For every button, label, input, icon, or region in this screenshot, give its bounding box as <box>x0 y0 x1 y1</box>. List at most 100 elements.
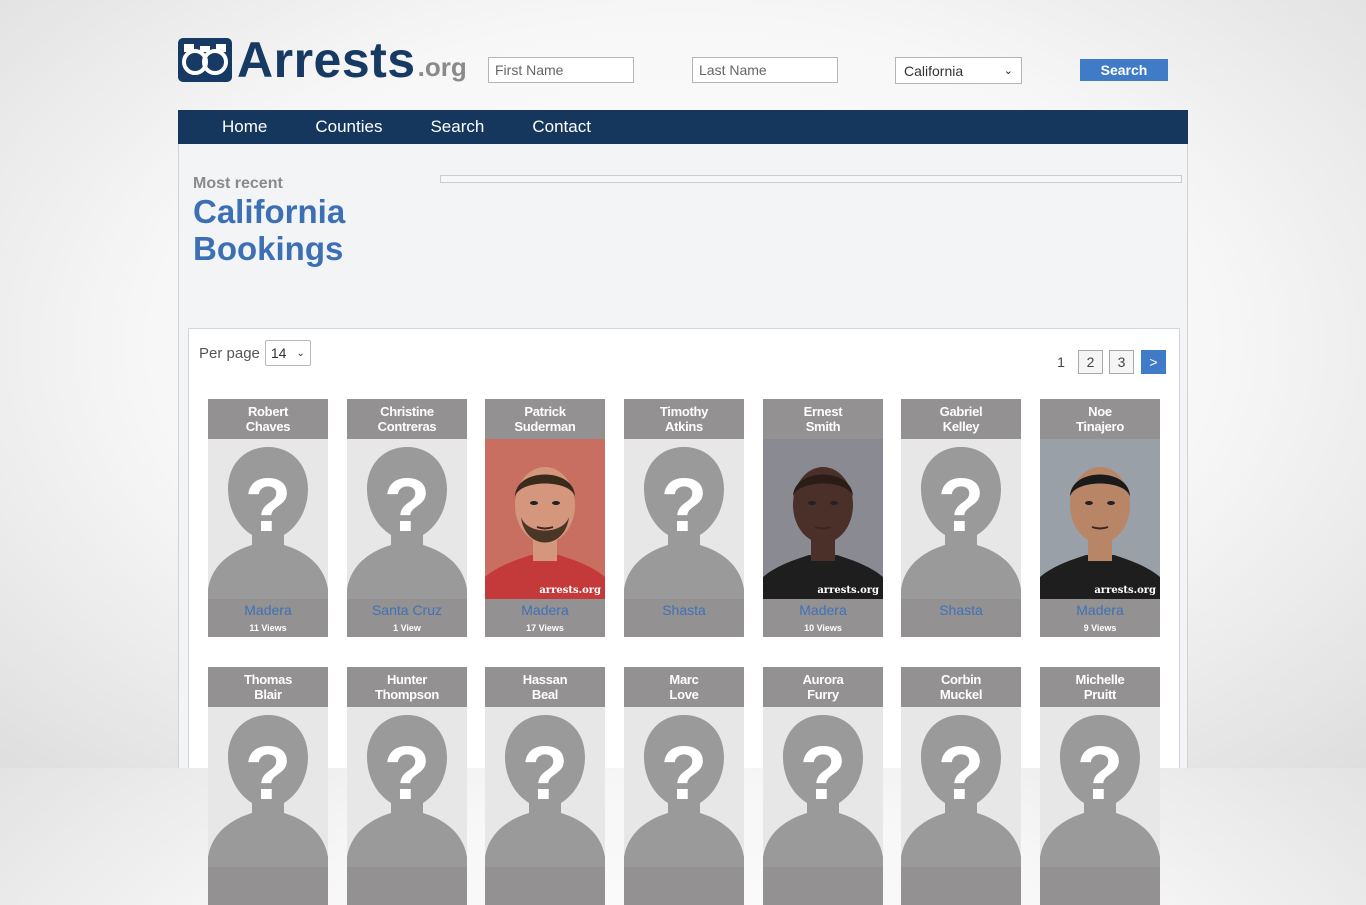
site-logo[interactable]: Arrests .org <box>178 34 467 85</box>
booking-county-link[interactable]: Santa Cruz <box>347 602 467 618</box>
booking-name[interactable]: Robert Chaves <box>208 404 328 434</box>
unknown-person-icon[interactable]: ? <box>208 707 328 867</box>
page-title-line2: Bookings <box>193 230 344 267</box>
unknown-person-icon[interactable]: ? <box>347 707 467 867</box>
booking-name[interactable]: Corbin Muckel <box>901 672 1021 702</box>
booking-photo[interactable]: arrests.org <box>485 439 605 599</box>
booking-last-name: Love <box>669 687 699 702</box>
booking-name[interactable]: Noe Tinajero <box>1040 404 1160 434</box>
chevron-down-icon: ⌄ <box>1003 65 1013 77</box>
page-2-link[interactable]: 2 <box>1078 350 1103 374</box>
booking-name[interactable]: Ernest Smith <box>763 404 883 434</box>
unknown-person-icon[interactable]: ? <box>347 439 467 599</box>
booking-name[interactable]: Michelle Pruitt <box>1040 672 1160 702</box>
booking-first-name: Hassan <box>522 672 568 687</box>
booking-last-name: Furry <box>807 687 839 702</box>
svg-text:?: ? <box>661 731 707 816</box>
state-select[interactable]: California ⌄ <box>895 57 1022 84</box>
booking-card[interactable]: Hunter Thompson? <box>347 667 467 905</box>
svg-text:?: ? <box>384 463 430 548</box>
booking-card[interactable]: Gabriel Kelley? Shasta <box>901 399 1021 637</box>
first-name-input[interactable] <box>488 57 634 83</box>
nav-item-contact[interactable]: Contact <box>532 117 591 137</box>
nav-item-home[interactable]: Home <box>222 117 267 137</box>
booking-last-name: Kelley <box>942 419 980 434</box>
booking-photo[interactable]: arrests.org <box>763 439 883 599</box>
booking-card[interactable]: Thomas Blair? <box>208 667 328 905</box>
nav-item-search[interactable]: Search <box>430 117 484 137</box>
per-page-control: Per page 14 ⌄ <box>199 340 311 366</box>
svg-text:?: ? <box>245 463 291 548</box>
bookings-list: Per page 14 ⌄ 1 2 3 > Robert Chaves? Mader… <box>188 328 1180 905</box>
unknown-person-icon[interactable]: ? <box>901 439 1021 599</box>
booking-first-name: Robert <box>247 404 289 419</box>
booking-name[interactable]: Christine Contreras <box>347 404 467 434</box>
booking-name[interactable]: Hassan Beal <box>485 672 605 702</box>
unknown-person-icon[interactable]: ? <box>901 707 1021 867</box>
booking-first-name: Gabriel <box>939 404 983 419</box>
booking-county-link[interactable]: Madera <box>763 602 883 618</box>
booking-name[interactable]: Hunter Thompson <box>347 672 467 702</box>
booking-first-name: Ernest <box>803 404 843 419</box>
booking-card[interactable]: Corbin Muckel? <box>901 667 1021 905</box>
booking-card[interactable]: Aurora Furry? <box>763 667 883 905</box>
booking-last-name: Thompson <box>374 687 440 702</box>
booking-card[interactable]: Marc Love? <box>624 667 744 905</box>
svg-text:?: ? <box>800 731 846 816</box>
logo-tld: .org <box>417 52 467 82</box>
unknown-person-icon[interactable]: ? <box>763 707 883 867</box>
unknown-person-icon[interactable]: ? <box>624 707 744 867</box>
booking-county-link[interactable]: Shasta <box>901 602 1021 618</box>
page-3-link[interactable]: 3 <box>1109 350 1134 374</box>
booking-photo[interactable]: arrests.org <box>1040 439 1160 599</box>
booking-last-name: Contreras <box>377 419 437 434</box>
page-subheading: Most recent <box>193 175 283 192</box>
per-page-label: Per page <box>199 344 260 362</box>
unknown-person-icon[interactable]: ? <box>485 707 605 867</box>
booking-first-name: Timothy <box>659 404 709 419</box>
booking-views: 17 Views <box>526 623 564 633</box>
booking-name[interactable]: Timothy Atkins <box>624 404 744 434</box>
last-name-input[interactable] <box>692 57 838 83</box>
per-page-select[interactable]: 14 ⌄ <box>264 340 311 366</box>
booking-first-name: Marc <box>669 672 699 687</box>
booking-last-name: Muckel <box>939 687 983 702</box>
search-button[interactable]: Search <box>1080 59 1168 81</box>
booking-last-name: Beal <box>531 687 559 702</box>
booking-county-link[interactable]: Madera <box>1040 602 1160 618</box>
page-title: California Bookings <box>193 193 345 267</box>
booking-first-name: Patrick <box>524 404 566 419</box>
page-1-current: 1 <box>1057 354 1065 370</box>
booking-county-link[interactable]: Madera <box>208 602 328 618</box>
booking-name[interactable]: Patrick Suderman <box>485 404 605 434</box>
svg-text:?: ? <box>661 463 707 548</box>
booking-name[interactable]: Marc Love <box>624 672 744 702</box>
banner-placeholder <box>440 175 1182 183</box>
booking-card[interactable]: Michelle Pruitt? <box>1040 667 1160 905</box>
booking-last-name: Smith <box>805 419 841 434</box>
booking-county-link[interactable]: Madera <box>485 602 605 618</box>
booking-card[interactable]: Noe Tinajero arrests.org Madera 9 Views <box>1040 399 1160 637</box>
booking-county-link[interactable]: Shasta <box>624 602 744 618</box>
booking-card[interactable]: Patrick Suderman arrests.org Madera 17 Views <box>485 399 605 637</box>
unknown-person-icon[interactable]: ? <box>208 439 328 599</box>
booking-name[interactable]: Aurora Furry <box>763 672 883 702</box>
booking-card[interactable]: Timothy Atkins? Shasta <box>624 399 744 637</box>
booking-first-name: Hunter <box>386 672 428 687</box>
unknown-person-icon[interactable]: ? <box>1040 707 1160 867</box>
booking-card[interactable]: Robert Chaves? Madera 11 Views <box>208 399 328 637</box>
booking-first-name: Michelle <box>1075 672 1125 687</box>
next-page-button[interactable]: > <box>1141 350 1166 374</box>
unknown-person-icon[interactable]: ? <box>624 439 744 599</box>
booking-card[interactable]: Ernest Smith arrests.org Madera 10 Views <box>763 399 883 637</box>
booking-name[interactable]: Gabriel Kelley <box>901 404 1021 434</box>
booking-last-name: Pruitt <box>1083 687 1117 702</box>
svg-text:?: ? <box>1077 731 1123 816</box>
nav-item-counties[interactable]: Counties <box>315 117 382 137</box>
page-title-line1: California <box>193 193 346 230</box>
svg-text:?: ? <box>522 731 568 816</box>
booking-name[interactable]: Thomas Blair <box>208 672 328 702</box>
booking-first-name: Christine <box>380 404 434 419</box>
booking-card[interactable]: Hassan Beal? <box>485 667 605 905</box>
booking-card[interactable]: Christine Contreras? Santa Cruz 1 View <box>347 399 467 637</box>
